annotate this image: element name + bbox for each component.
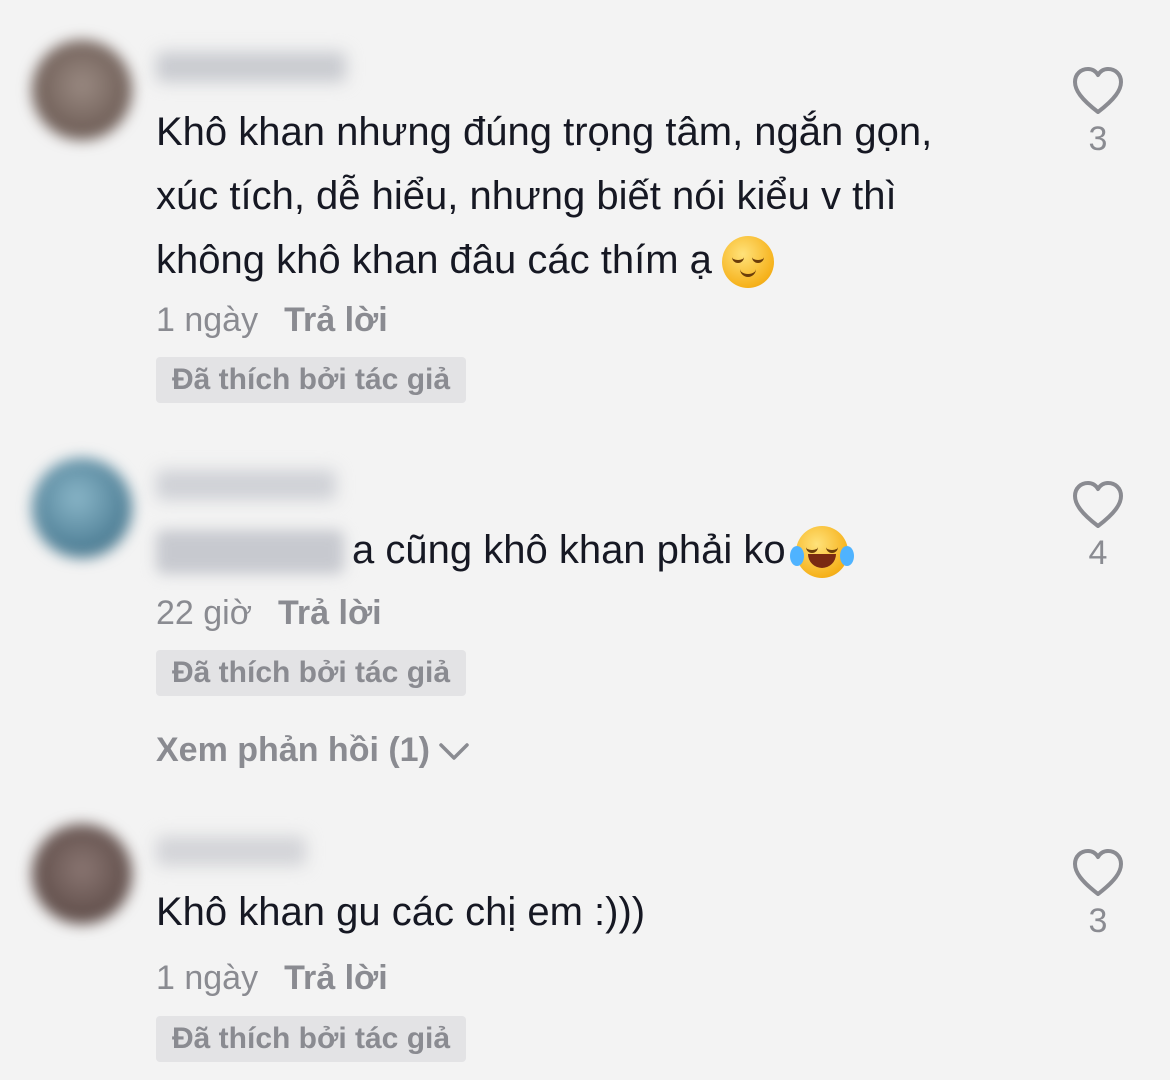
reply-button[interactable]: Trả lời: [284, 301, 388, 339]
comment-text: a cũng khô khan phải ko: [156, 518, 1036, 582]
chevron-down-icon: [439, 743, 469, 760]
like-control[interactable]: 4: [1068, 480, 1128, 573]
comment-time: 1 ngày: [156, 301, 259, 339]
comment-text: Khô khan gu các chị em :))): [156, 890, 646, 934]
comment-time: 1 ngày: [156, 959, 259, 997]
like-count: 4: [1088, 534, 1108, 572]
reply-button[interactable]: Trả lời: [278, 594, 382, 632]
username-blurred[interactable]: [156, 470, 336, 500]
view-replies-label: Xem phản hồi (1): [156, 731, 430, 769]
avatar[interactable]: [32, 458, 132, 558]
heart-outline-icon[interactable]: [1071, 480, 1125, 530]
comment-meta: 1 ngày Trả lời: [156, 300, 388, 340]
mention-blurred[interactable]: [156, 530, 344, 575]
like-count: 3: [1088, 120, 1108, 158]
like-control[interactable]: 3: [1068, 848, 1128, 941]
avatar[interactable]: [32, 40, 132, 140]
liked-by-author-badge: Đã thích bởi tác giả: [156, 650, 467, 696]
heart-outline-icon[interactable]: [1071, 66, 1125, 116]
relieved-face-emoji: [721, 236, 774, 289]
liked-by-author-badge: Đã thích bởi tác giả: [156, 1016, 467, 1062]
comment-meta: 22 giờ Trả lời: [156, 593, 382, 633]
username-blurred[interactable]: [156, 52, 346, 82]
like-count: 3: [1088, 902, 1108, 940]
comment-meta: 1 ngày Trả lời: [156, 958, 388, 998]
comment-time: 22 giờ: [156, 594, 253, 632]
username-blurred[interactable]: [156, 836, 306, 866]
heart-outline-icon[interactable]: [1071, 848, 1125, 898]
like-control[interactable]: 3: [1068, 66, 1128, 159]
liked-by-author-badge: Đã thích bởi tác giả: [156, 357, 467, 403]
avatar[interactable]: [32, 824, 132, 924]
reply-button[interactable]: Trả lời: [284, 959, 388, 997]
comment-text: Khô khan nhưng đúng trọng tâm, ngắn gọn,…: [156, 100, 1036, 292]
tears-of-joy-emoji: [789, 526, 854, 579]
view-replies-button[interactable]: Xem phản hồi (1): [156, 730, 470, 770]
